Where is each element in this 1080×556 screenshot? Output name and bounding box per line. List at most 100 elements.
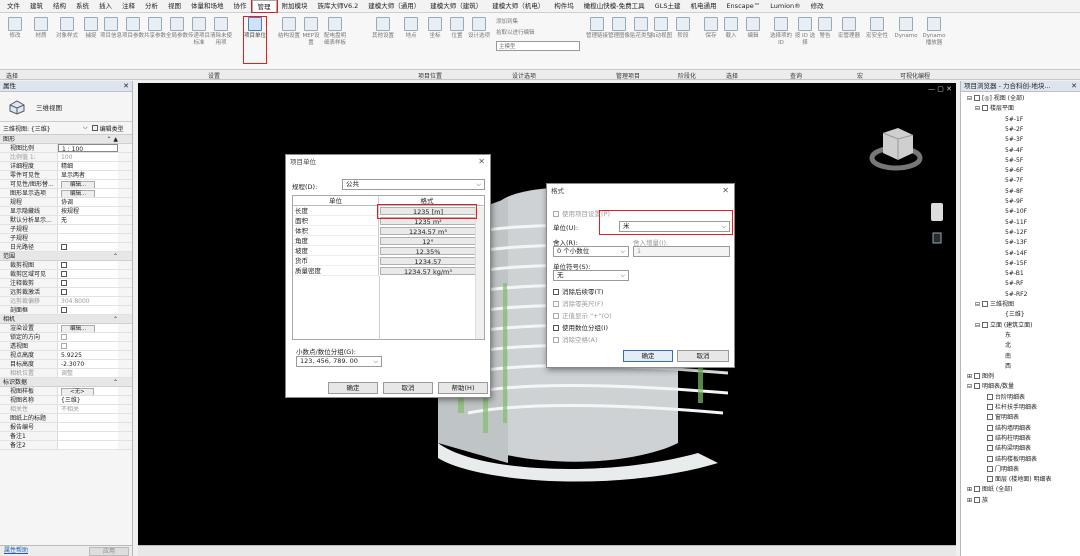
checkbox[interactable] bbox=[61, 271, 67, 277]
horizontal-scrollbar[interactable] bbox=[138, 545, 956, 556]
browser-item[interactable]: 结构梁明细表 bbox=[987, 444, 1031, 453]
browser-item[interactable]: 5#-RF2 bbox=[1001, 290, 1027, 299]
collapse-icon[interactable]: ⌃ bbox=[113, 315, 118, 324]
browser-item[interactable]: ⊟ 明细表/数量 bbox=[967, 382, 1014, 391]
checkbox[interactable] bbox=[61, 334, 67, 340]
browser-item[interactable]: 台阶明细表 bbox=[987, 393, 1025, 402]
browser-item[interactable]: ⊞ 族 bbox=[967, 496, 988, 505]
property-value[interactable]: 编辑... bbox=[58, 180, 118, 188]
menu-tab[interactable]: 结构 bbox=[48, 0, 71, 12]
browser-item[interactable]: 5#-5F bbox=[1001, 156, 1023, 165]
apply-button[interactable]: 应用 bbox=[89, 547, 129, 556]
property-edit-button[interactable]: 编辑... bbox=[61, 325, 96, 332]
ribbon-button[interactable]: 项目信息 bbox=[100, 17, 122, 63]
browser-item[interactable]: 5#-4F bbox=[1001, 146, 1023, 155]
grouping-select[interactable]: 123, 456, 789. 00 ⌵ bbox=[296, 356, 382, 367]
property-value[interactable]: 304.8000 bbox=[58, 297, 118, 305]
ribbon-button[interactable]: 传递项目标准 bbox=[188, 17, 210, 63]
digit-grouping-option[interactable]: 使用数位分组(I) bbox=[553, 322, 608, 332]
browser-item[interactable]: 结构楼板明细表 bbox=[987, 455, 1037, 464]
browser-item[interactable]: {三维} bbox=[1001, 310, 1025, 319]
property-value[interactable] bbox=[58, 432, 118, 440]
property-value[interactable] bbox=[58, 225, 118, 233]
ribbon-button[interactable]: 位置 bbox=[446, 17, 468, 63]
property-value[interactable]: 100 bbox=[58, 153, 118, 161]
expand-toggle-icon[interactable]: ⊟ bbox=[975, 322, 982, 329]
browser-item[interactable]: 5#-11F bbox=[1001, 218, 1027, 227]
browser-item[interactable]: 5#-B1 bbox=[1001, 269, 1024, 278]
property-group-header[interactable]: 相机 ⌃ bbox=[0, 315, 132, 324]
show-plus-option[interactable]: 正值显示 "+"(O) bbox=[553, 310, 612, 320]
browser-item[interactable]: 北 bbox=[1001, 341, 1011, 350]
ribbon-small-item[interactable]: 主模型 bbox=[496, 41, 580, 51]
property-value[interactable]: 按规程 bbox=[58, 207, 118, 215]
checkbox[interactable] bbox=[553, 211, 559, 217]
checkbox[interactable] bbox=[61, 343, 67, 349]
browser-item[interactable]: 结构柱明细表 bbox=[987, 434, 1031, 443]
ribbon-button[interactable]: 按 ID 选择 bbox=[794, 17, 816, 63]
property-edit-button[interactable]: 编辑... bbox=[61, 190, 96, 197]
help-button[interactable]: 帮助(H) bbox=[438, 382, 488, 394]
edit-type-button[interactable]: 编辑类型 bbox=[91, 124, 124, 133]
expand-toggle-icon[interactable]: ⊟ bbox=[975, 301, 982, 308]
browser-item[interactable]: ⊟ 三维视图 bbox=[975, 300, 1014, 309]
browser-item[interactable]: 窗明细表 bbox=[987, 413, 1019, 422]
browser-item[interactable]: 门明细表 bbox=[987, 465, 1019, 474]
menu-tab[interactable]: 建筑 bbox=[25, 0, 48, 12]
ribbon-button[interactable]: 项目参数 bbox=[122, 17, 144, 63]
property-edit-button[interactable]: 编辑... bbox=[61, 181, 96, 188]
ribbon-button[interactable]: 管理链接 bbox=[586, 17, 608, 63]
unit-format-button[interactable]: 1234.57 m³ bbox=[380, 227, 476, 236]
property-value[interactable]: 协调 bbox=[58, 198, 118, 206]
suppress-trailing-option[interactable]: 消除后续零(T) bbox=[553, 286, 604, 296]
property-value[interactable] bbox=[58, 261, 118, 269]
ribbon-button[interactable]: 阶段 bbox=[672, 17, 694, 63]
suppress-spaces-option[interactable]: 消除空格(A) bbox=[553, 334, 598, 344]
browser-item[interactable]: 5#-10F bbox=[1001, 207, 1027, 216]
menu-tab[interactable]: 附加模块 bbox=[277, 0, 313, 12]
property-value[interactable]: 不相关 bbox=[58, 405, 118, 413]
browser-item[interactable]: 5#-6F bbox=[1001, 166, 1023, 175]
properties-help-link[interactable]: 属性帮助 bbox=[0, 547, 28, 554]
property-group-header[interactable]: 图形 ⌃ ▲ bbox=[0, 135, 132, 144]
expand-toggle-icon[interactable]: ⊟ bbox=[967, 383, 974, 390]
ribbon-button[interactable]: 贴花类型 bbox=[630, 17, 652, 63]
menu-tab[interactable]: 建模大师（通用） bbox=[363, 0, 425, 12]
ribbon-button[interactable]: 编辑 bbox=[742, 17, 764, 63]
menu-tab[interactable]: 机电通用 bbox=[685, 0, 721, 12]
unit-format-button[interactable]: 12° bbox=[380, 237, 476, 246]
property-value[interactable]: 调整 bbox=[58, 369, 118, 377]
menu-tab[interactable]: 协作 bbox=[229, 0, 252, 12]
cancel-button[interactable]: 取消 bbox=[383, 382, 433, 394]
ribbon-button[interactable]: 保存 bbox=[700, 17, 722, 63]
type-selector[interactable]: 三维视图 bbox=[0, 92, 132, 122]
property-value[interactable]: {三维} bbox=[58, 396, 118, 404]
checkbox[interactable] bbox=[61, 280, 67, 286]
ribbon-button[interactable]: 宏安全性 bbox=[866, 17, 888, 63]
browser-item[interactable]: ⊟ 楼层平面 bbox=[975, 104, 1014, 113]
browser-item[interactable]: 5#-7F bbox=[1001, 176, 1023, 185]
checkbox[interactable] bbox=[61, 307, 67, 313]
menu-tab[interactable]: 修改 bbox=[806, 0, 829, 12]
checkbox[interactable] bbox=[553, 313, 559, 319]
close-icon[interactable]: ✕ bbox=[123, 81, 129, 92]
browser-item[interactable]: 栏杆扶手明细表 bbox=[987, 403, 1037, 412]
browser-item[interactable]: 5#-12F bbox=[1001, 228, 1027, 237]
browser-item[interactable]: ⊞ 图纸 (全部) bbox=[967, 485, 1013, 494]
instance-selector[interactable]: 三维视图: {三维} bbox=[3, 124, 83, 133]
ok-button[interactable]: 确定 bbox=[623, 350, 673, 362]
menu-tab[interactable]: 建模大师（建筑） bbox=[425, 0, 487, 12]
ribbon-button[interactable]: 结构设置 bbox=[278, 17, 300, 63]
collapse-icon[interactable]: ⌃ bbox=[113, 252, 118, 261]
checkbox[interactable] bbox=[553, 289, 559, 295]
property-group-header[interactable]: 范围 ⌃ bbox=[0, 252, 132, 261]
browser-item[interactable]: 5#-9F bbox=[1001, 197, 1023, 206]
property-value[interactable]: 显示两者 bbox=[58, 171, 118, 179]
property-value[interactable]: 编辑... bbox=[58, 189, 118, 197]
menu-tab[interactable]: 分析 bbox=[140, 0, 163, 12]
unit-format-button[interactable]: 12.35% bbox=[380, 247, 476, 256]
property-value[interactable]: -2.3070 bbox=[58, 360, 118, 368]
collapse-icon[interactable]: ⌃ bbox=[113, 378, 118, 387]
units-row[interactable]: 质量密度 1234.57 kg/m³ bbox=[293, 266, 484, 276]
ribbon-button[interactable]: 坐标 bbox=[424, 17, 446, 63]
